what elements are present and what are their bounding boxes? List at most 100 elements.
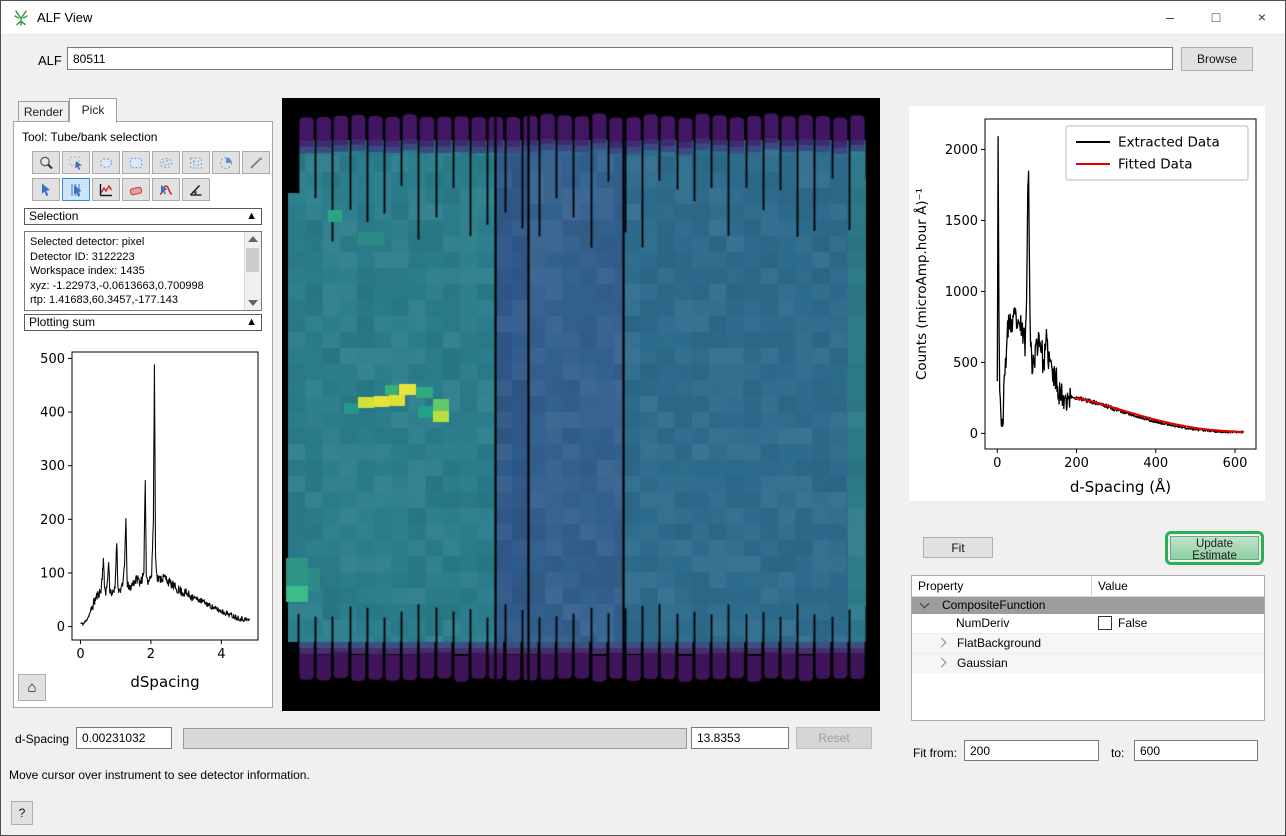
fit-button[interactable]: Fit [923,537,993,558]
chevron-down-icon[interactable] [920,599,930,609]
alf-run-label: ALF [38,53,62,68]
svg-text:100: 100 [40,566,65,581]
tool-draw-ring-ellipse-button[interactable] [152,151,180,174]
tool-draw-ellipse-button[interactable] [92,151,120,174]
browse-button[interactable]: Browse [1181,47,1253,71]
pick-panel: Tool: Tube/bank selection e Selection ▲ … [13,121,273,708]
run-number-input[interactable] [67,47,1173,70]
chevron-right-icon[interactable] [937,638,947,648]
tool-pick-pixel-button[interactable] [32,178,60,201]
update-estimate-button[interactable]: Update Estimate [1170,536,1259,560]
fit-plot: 02004006000500100015002000d-Spacing (Å)C… [909,106,1265,501]
function-row-Gaussian[interactable]: Gaussian [912,653,1264,673]
home-icon[interactable]: ⌂ [18,674,46,701]
fit-to-label: to: [1111,746,1124,760]
fit-figure: 02004006000500100015002000d-Spacing (Å)C… [909,106,1265,501]
scroll-thumb[interactable] [246,248,259,272]
dspacing-max-input[interactable] [691,727,789,749]
selection-info-line: Selected detector: pixel [30,235,243,250]
draw-ring-rectangle-icon [188,155,204,171]
pick-toolbar-row2: e [32,178,210,201]
mini-dspacing-plot: 0240100200300400500dSpacing [14,338,268,696]
svg-text:200: 200 [1064,456,1089,471]
svg-text:0: 0 [76,647,84,662]
maximize-icon[interactable]: □ [1193,1,1239,34]
tool-draw-rectangle-button[interactable] [122,151,150,174]
property-row-NumDeriv[interactable]: NumDerivFalse [912,614,1264,633]
tool-erase-button[interactable] [122,178,150,201]
svg-text:2000: 2000 [945,143,978,158]
fit-to-input[interactable] [1134,740,1258,761]
svg-text:d-Spacing (Å): d-Spacing (Å) [1070,477,1171,496]
fit-from-input[interactable] [964,740,1099,761]
svg-text:2: 2 [147,647,155,662]
scroll-up-icon[interactable] [248,236,258,242]
svg-text:dSpacing: dSpacing [130,673,199,691]
add-peak-icon [158,182,174,198]
tool-add-peak-button[interactable] [152,178,180,201]
numderiv-checkbox[interactable] [1098,616,1112,630]
reset-button[interactable]: Reset [796,727,872,749]
collapse-up-icon[interactable]: ▲ [246,315,257,330]
tool-pick-tube-button[interactable] [62,178,90,201]
draw-sector-icon [218,155,234,171]
svg-text:1500: 1500 [945,214,978,229]
svg-text:500: 500 [40,352,65,367]
tool-draw-free-button[interactable] [242,151,270,174]
titlebar: ALF View – □ × [1,1,1285,35]
svg-text:e: e [194,190,197,196]
selection-info-line: Detector ID: 3122223 [30,250,243,265]
function-row-FlatBackground[interactable]: FlatBackground [912,633,1264,653]
svg-text:300: 300 [40,459,65,474]
selection-info-line: xyz: -1.22973,-0.0613663,0.700998 [30,279,243,294]
pick-pixel-icon [38,182,54,198]
scroll-down-icon[interactable] [248,300,258,306]
chevron-right-icon[interactable] [937,658,947,668]
collapse-up-icon[interactable]: ▲ [246,209,257,224]
tool-edit-shape-button[interactable] [62,151,90,174]
svg-text:1000: 1000 [945,285,978,300]
svg-text:Extracted Data: Extracted Data [1118,135,1220,151]
tool-sum-plot-button[interactable] [92,178,120,201]
svg-text:Counts (microAmp.hour Å)⁻¹: Counts (microAmp.hour Å)⁻¹ [913,188,930,380]
svg-text:0: 0 [970,427,978,442]
svg-text:0: 0 [993,456,1001,471]
alf-view-window: ALF View – □ × ALF Browse Render Pick To… [0,0,1286,836]
svg-text:0: 0 [57,620,65,635]
erase-icon [128,182,144,198]
plotting-collapse-header[interactable]: Plotting sum ▲ [24,314,262,331]
svg-text:400: 400 [40,406,65,421]
tool-draw-ring-rectangle-button[interactable] [182,151,210,174]
instrument-view[interactable] [282,98,880,711]
minimize-icon[interactable]: – [1147,1,1193,34]
dspacing-range-slider[interactable] [183,728,687,749]
dspacing-min-input[interactable] [76,727,172,749]
selection-collapse-header[interactable]: Selection ▲ [24,208,262,225]
fit-property-table: PropertyValueCompositeFunctionNumDerivFa… [911,575,1265,721]
pick-toolbar-row1 [32,151,270,174]
svg-text:600: 600 [1223,456,1248,471]
tool-zoom-button[interactable] [32,151,60,174]
edit-shape-icon [68,155,84,171]
app-icon [12,9,30,27]
tool-draw-sector-button[interactable] [212,151,240,174]
help-button[interactable]: ? [11,801,33,825]
draw-ellipse-icon [98,155,114,171]
tool-measure-angle-button[interactable]: e [182,178,210,201]
selection-info-line: rtp: 1.41683,60.3457,-177.143 [30,293,243,308]
tab-pick[interactable]: Pick [69,98,117,123]
pick-tube-icon [68,182,84,198]
draw-ring-ellipse-icon [158,155,174,171]
svg-text:400: 400 [1143,456,1168,471]
selection-scrollbar[interactable] [244,232,261,310]
fit-from-label: Fit from: [913,746,957,760]
update-estimate-wrapper: Update Estimate [1165,531,1264,565]
selection-info-box: Selected detector: pixelDetector ID: 312… [24,231,262,311]
draw-rectangle-icon [128,155,144,171]
tab-render[interactable]: Render [18,101,69,122]
window-title: ALF View [37,10,92,25]
zoom-icon [38,155,54,171]
function-row-CompositeFunction[interactable]: CompositeFunction [912,597,1264,614]
close-icon[interactable]: × [1239,1,1285,34]
svg-text:4: 4 [217,647,225,662]
